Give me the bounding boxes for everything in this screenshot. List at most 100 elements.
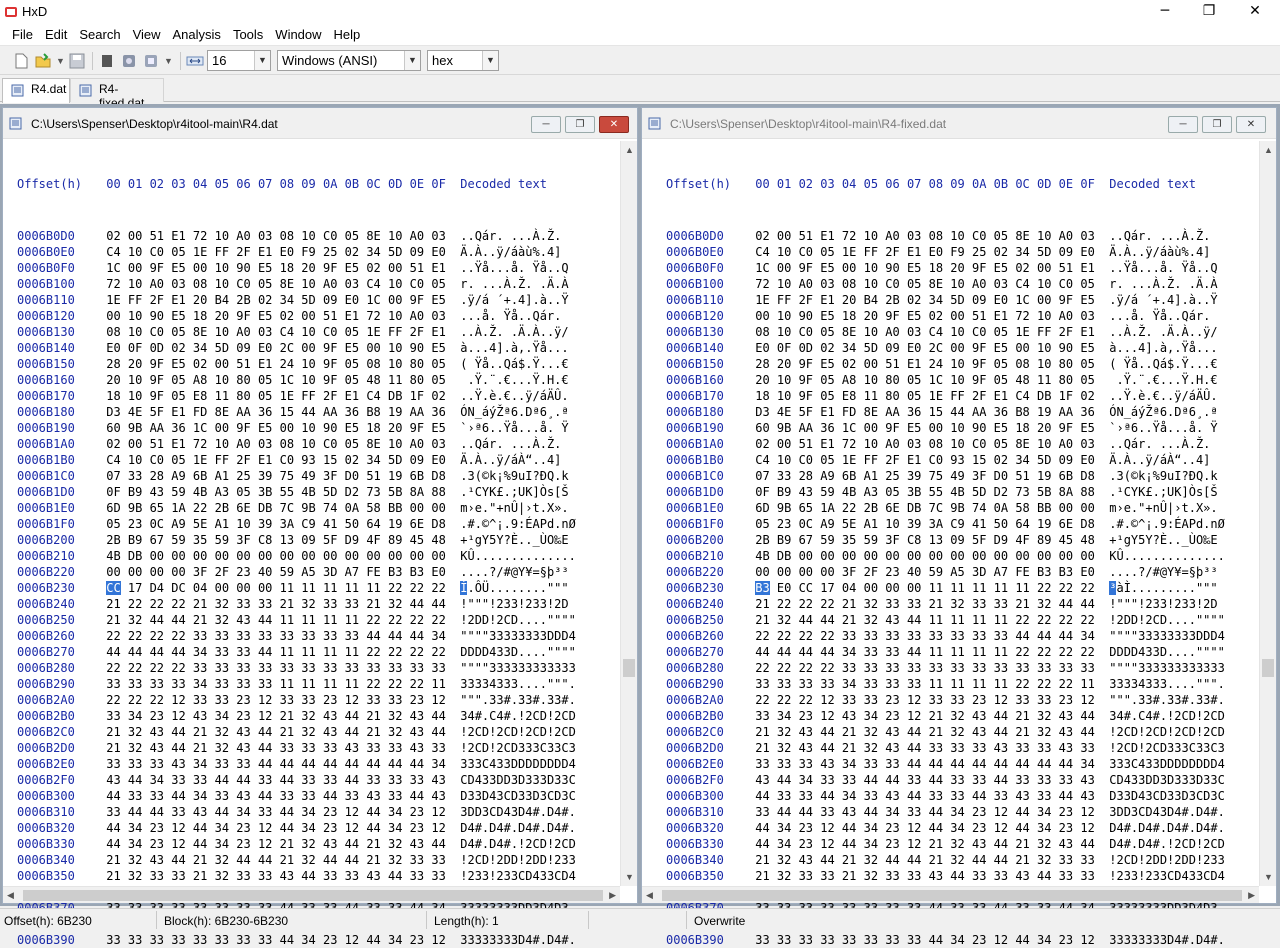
menu-file[interactable]: File (6, 24, 39, 46)
hex-row[interactable]: 0006B110 1E FF 2F E1 20 B4 2B 02 34 5D 0… (666, 292, 1225, 308)
hex-row[interactable]: 0006B1B0 C4 10 C0 05 1E FF 2F E1 C0 93 1… (17, 452, 576, 468)
scroll-thumb[interactable] (662, 890, 1242, 901)
row-bytes[interactable]: 05 23 0C A9 5E A1 10 39 3A C9 41 50 64 1… (755, 517, 1095, 531)
row-decoded[interactable]: D4#.D4#.D4#.D4#. (460, 821, 576, 835)
row-bytes[interactable]: 44 34 23 12 44 34 23 12 21 32 43 44 21 3… (106, 837, 446, 851)
row-decoded[interactable]: """"333333333333 (1109, 661, 1225, 675)
row-bytes[interactable]: 1C 00 9F E5 00 10 90 E5 18 20 9F E5 02 0… (106, 261, 446, 275)
vertical-scrollbar[interactable]: ▲ ▼ (1259, 141, 1276, 886)
row-bytes[interactable]: 44 44 44 44 34 33 33 44 11 11 11 11 22 2… (755, 645, 1095, 659)
open-folder-icon[interactable] (34, 52, 52, 70)
child-minimize-button[interactable]: ─ (531, 116, 561, 133)
row-bytes[interactable]: 44 33 33 44 34 33 43 44 33 33 44 33 43 3… (755, 789, 1095, 803)
hex-row[interactable]: 0006B120 00 10 90 E5 18 20 9F E5 02 00 5… (17, 308, 576, 324)
row-bytes[interactable]: 20 10 9F 05 A8 10 80 05 1C 10 9F 05 48 1… (755, 373, 1095, 387)
hex-row[interactable]: 0006B1E0 6D 9B 65 1A 22 2B 6E DB 7C 9B 7… (666, 500, 1225, 516)
hex-row[interactable]: 0006B230 B3 E0 CC 17 04 00 00 00 11 11 1… (666, 580, 1225, 596)
selected-char[interactable]: ³ (1109, 581, 1117, 595)
hex-row[interactable]: 0006B1D0 0F B9 43 59 4B A3 05 3B 55 4B 5… (17, 484, 576, 500)
row-bytes[interactable]: 02 00 51 E1 72 10 A0 03 08 10 C0 05 8E 1… (106, 437, 446, 451)
row-decoded[interactable]: +¹gY5Y?È.._ÙO‰E (460, 533, 568, 547)
hex-row[interactable]: 0006B160 20 10 9F 05 A8 10 80 05 1C 10 9… (17, 372, 576, 388)
horizontal-scrollbar[interactable]: ◀ ▶ (3, 886, 620, 903)
hex-row[interactable]: 0006B190 60 9B AA 36 1C 00 9F E5 00 10 9… (17, 420, 576, 436)
hex-row[interactable]: 0006B0E0 C4 10 C0 05 1E FF 2F E1 E0 F9 2… (666, 244, 1225, 260)
hex-row[interactable]: 0006B230 CC 17 D4 DC 04 00 00 00 11 11 1… (17, 580, 576, 596)
row-decoded[interactable]: Ì.ÔÜ........""" (460, 581, 569, 595)
row-bytes[interactable]: 22 22 22 22 33 33 33 33 33 33 33 33 44 4… (106, 629, 446, 643)
menu-window[interactable]: Window (269, 24, 327, 46)
hex-row[interactable]: 0006B200 2B B9 67 59 35 59 3F C8 13 09 5… (17, 532, 576, 548)
row-bytes[interactable]: 33 33 33 33 34 33 33 33 11 11 11 11 22 2… (106, 677, 446, 691)
row-decoded[interactable]: .Ÿ.¨.€...Ÿ.H.€ (1109, 373, 1217, 387)
hex-row[interactable]: 0006B1D0 0F B9 43 59 4B A3 05 3B 55 4B 5… (666, 484, 1225, 500)
hex-row[interactable]: 0006B180 D3 4E 5F E1 FD 8E AA 36 15 44 A… (17, 404, 576, 420)
row-decoded[interactable]: D4#.D4#.!2CD!2CD (1109, 837, 1225, 851)
hex-row[interactable]: 0006B350 21 32 33 33 21 32 33 33 43 44 3… (666, 868, 1225, 884)
row-decoded[interactable]: D4#.D4#.!2CD!2CD (460, 837, 576, 851)
menu-analysis[interactable]: Analysis (167, 24, 227, 46)
row-bytes[interactable]: C4 10 C0 05 1E FF 2F E1 E0 F9 25 02 34 5… (755, 245, 1095, 259)
hex-row[interactable]: 0006B160 20 10 9F 05 A8 10 80 05 1C 10 9… (666, 372, 1225, 388)
scroll-left-icon[interactable]: ◀ (7, 890, 14, 901)
hex-row[interactable]: 0006B2A0 22 22 22 12 33 33 23 12 33 33 2… (666, 692, 1225, 708)
row-bytes[interactable]: 02 00 51 E1 72 10 A0 03 08 10 C0 05 8E 1… (755, 229, 1095, 243)
row-bytes[interactable]: 21 22 22 22 21 32 33 33 21 32 33 33 21 3… (755, 597, 1095, 611)
disk-image-icon[interactable] (142, 52, 160, 70)
row-bytes[interactable]: 21 32 43 44 21 32 43 44 21 32 43 44 21 3… (755, 725, 1095, 739)
row-decoded[interactable]: ...å. Ÿå..Qár. (460, 309, 568, 323)
scroll-down-icon[interactable]: ▼ (1264, 872, 1273, 882)
child-close-button[interactable]: ✕ (1236, 116, 1266, 133)
hex-row[interactable]: 0006B1C0 07 33 28 A9 6B A1 25 39 75 49 3… (17, 468, 576, 484)
row-decoded[interactable]: 33333333D4#.D4#. (460, 933, 576, 947)
row-decoded[interactable]: KÛ.............. (460, 549, 576, 563)
row-decoded[interactable]: ..Qár. ...À.Ž. (1109, 229, 1217, 243)
hex-row[interactable]: 0006B220 00 00 00 00 3F 2F 23 40 59 A5 3… (666, 564, 1225, 580)
row-decoded[interactable]: .3(©k¡%9uI?ÐQ.k (1109, 469, 1217, 483)
vertical-scrollbar[interactable]: ▲ ▼ (620, 141, 637, 886)
row-bytes[interactable]: 02 00 51 E1 72 10 A0 03 08 10 C0 05 8E 1… (106, 229, 446, 243)
hex-row[interactable]: 0006B150 28 20 9F E5 02 00 51 E1 24 10 9… (17, 356, 576, 372)
save-icon[interactable] (68, 52, 86, 70)
row-bytes[interactable]: 1E FF 2F E1 20 B4 2B 02 34 5D 09 E0 1C 0… (106, 293, 446, 307)
hex-row[interactable]: 0006B300 44 33 33 44 34 33 43 44 33 33 4… (666, 788, 1225, 804)
row-bytes[interactable]: 33 44 44 33 43 44 34 33 44 34 23 12 44 3… (755, 805, 1095, 819)
row-bytes[interactable]: 00 00 00 00 3F 2F 23 40 59 A5 3D A7 FE B… (106, 565, 446, 579)
disk-icon[interactable] (120, 52, 138, 70)
hex-row[interactable]: 0006B1C0 07 33 28 A9 6B A1 25 39 75 49 3… (666, 468, 1225, 484)
hex-row[interactable]: 0006B2A0 22 22 22 12 33 33 23 12 33 33 2… (17, 692, 576, 708)
minimize-button[interactable]: ─ (1142, 0, 1188, 24)
row-bytes[interactable]: 21 32 43 44 21 32 44 44 21 32 44 44 21 3… (106, 853, 446, 867)
row-decoded[interactable]: 333C433DDDDDDDD4 (1109, 757, 1225, 771)
row-bytes[interactable]: 33 33 33 33 33 33 33 33 44 34 23 12 44 3… (755, 933, 1095, 947)
row-bytes[interactable]: 33 33 33 43 34 33 33 44 44 44 44 44 44 4… (755, 757, 1095, 771)
row-decoded[interactable]: ÓN_áýŽª6.Dª6¸.ª (1109, 405, 1217, 419)
row-decoded[interactable]: .#.©^¡.9:ÉAPd.nØ (1109, 517, 1225, 531)
restore-button[interactable]: ❐ (1186, 0, 1232, 24)
row-decoded[interactable]: Ä.À..ÿ/áàù%.4] (460, 245, 561, 259)
row-bytes[interactable]: 6D 9B 65 1A 22 2B 6E DB 7C 9B 74 0A 58 B… (755, 501, 1095, 515)
row-bytes[interactable]: 21 32 33 33 21 32 33 33 43 44 33 33 43 4… (755, 869, 1095, 883)
menu-search[interactable]: Search (73, 24, 126, 46)
row-bytes[interactable]: 33 34 23 12 43 34 23 12 21 32 43 44 21 3… (755, 709, 1095, 723)
hex-row[interactable]: 0006B390 33 33 33 33 33 33 33 33 44 34 2… (666, 932, 1225, 948)
row-decoded[interactable]: .ÿ/á ´+.4].à..Ÿ (1109, 293, 1217, 307)
row-decoded[interactable]: ( Ÿå..Qá$.Ÿ...€ (460, 357, 568, 371)
row-bytes[interactable]: 6D 9B 65 1A 22 2B 6E DB 7C 9B 74 0A 58 B… (106, 501, 446, 515)
row-bytes[interactable]: 44 34 23 12 44 34 23 12 44 34 23 12 44 3… (755, 821, 1095, 835)
bytes-per-row-select[interactable]: 16 ▼ (207, 50, 271, 71)
row-decoded[interactable]: !233!233CD433CD4 (1109, 869, 1225, 883)
row-decoded[interactable]: D4#.D4#.D4#.D4#. (1109, 821, 1225, 835)
row-bytes[interactable]: 43 44 34 33 33 44 44 33 44 33 33 44 33 3… (106, 773, 446, 787)
row-decoded[interactable]: 3DD3CD43D4#.D4#. (460, 805, 576, 819)
offset-base-select[interactable]: hex ▼ (427, 50, 499, 71)
row-bytes[interactable]: 33 33 33 33 33 33 33 33 44 34 23 12 44 3… (106, 933, 446, 947)
row-decoded[interactable]: DDDD433D...."""" (1109, 645, 1225, 659)
hex-row[interactable]: 0006B2F0 43 44 34 33 33 44 44 33 44 33 3… (666, 772, 1225, 788)
scroll-thumb[interactable] (1262, 659, 1274, 677)
row-bytes[interactable]: 21 32 43 44 21 32 43 44 33 33 33 43 33 3… (106, 741, 446, 755)
row-decoded[interactable]: ..À.Ž. .Ä.À..ÿ/ (460, 325, 568, 339)
row-bytes[interactable]: 72 10 A0 03 08 10 C0 05 8E 10 A0 03 C4 1… (755, 277, 1095, 291)
row-bytes[interactable]: C4 10 C0 05 1E FF 2F E1 C0 93 15 02 34 5… (755, 453, 1095, 467)
row-decoded[interactable]: Ä.À..ÿ/áÀ“..4] (1109, 453, 1210, 467)
